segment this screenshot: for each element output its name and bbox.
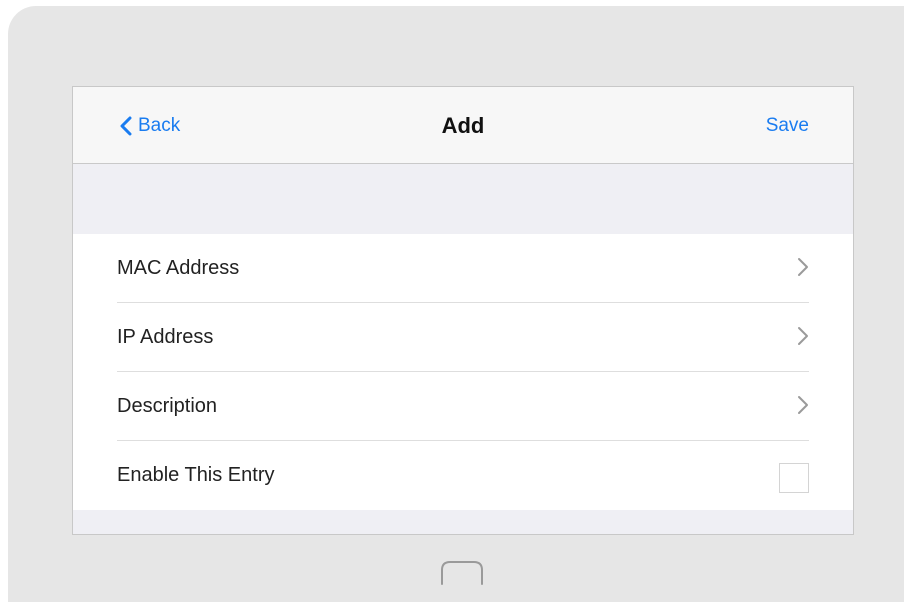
navigation-bar: Back Add Save bbox=[73, 87, 853, 164]
section-footer-spacer bbox=[73, 510, 853, 534]
chevron-right-icon bbox=[798, 258, 808, 276]
section-spacer bbox=[73, 164, 853, 234]
list-item-enable-entry: Enable This Entry bbox=[117, 441, 809, 510]
list-item-ip-address[interactable]: IP Address bbox=[117, 303, 809, 372]
save-button[interactable]: Save bbox=[766, 115, 809, 137]
list-item-label: Description bbox=[117, 395, 218, 417]
list-item-mac-address[interactable]: MAC Address bbox=[117, 234, 809, 303]
list-item-label: MAC Address bbox=[117, 257, 240, 279]
settings-list: MAC Address IP Address Description Enabl… bbox=[73, 234, 853, 510]
device-screen: Back Add Save MAC Address IP Address Des… bbox=[72, 86, 854, 535]
chevron-right-icon bbox=[798, 327, 808, 345]
chevron-left-icon bbox=[120, 116, 132, 136]
back-label: Back bbox=[138, 115, 181, 136]
list-item-description[interactable]: Description bbox=[117, 372, 809, 441]
home-button-icon[interactable] bbox=[432, 558, 492, 588]
list-item-label: IP Address bbox=[117, 326, 214, 348]
list-item-label: Enable This Entry bbox=[117, 464, 275, 486]
enable-entry-checkbox[interactable] bbox=[779, 463, 809, 493]
chevron-right-icon bbox=[798, 396, 808, 414]
back-button[interactable]: Back bbox=[118, 113, 180, 139]
page-title: Add bbox=[441, 113, 485, 138]
